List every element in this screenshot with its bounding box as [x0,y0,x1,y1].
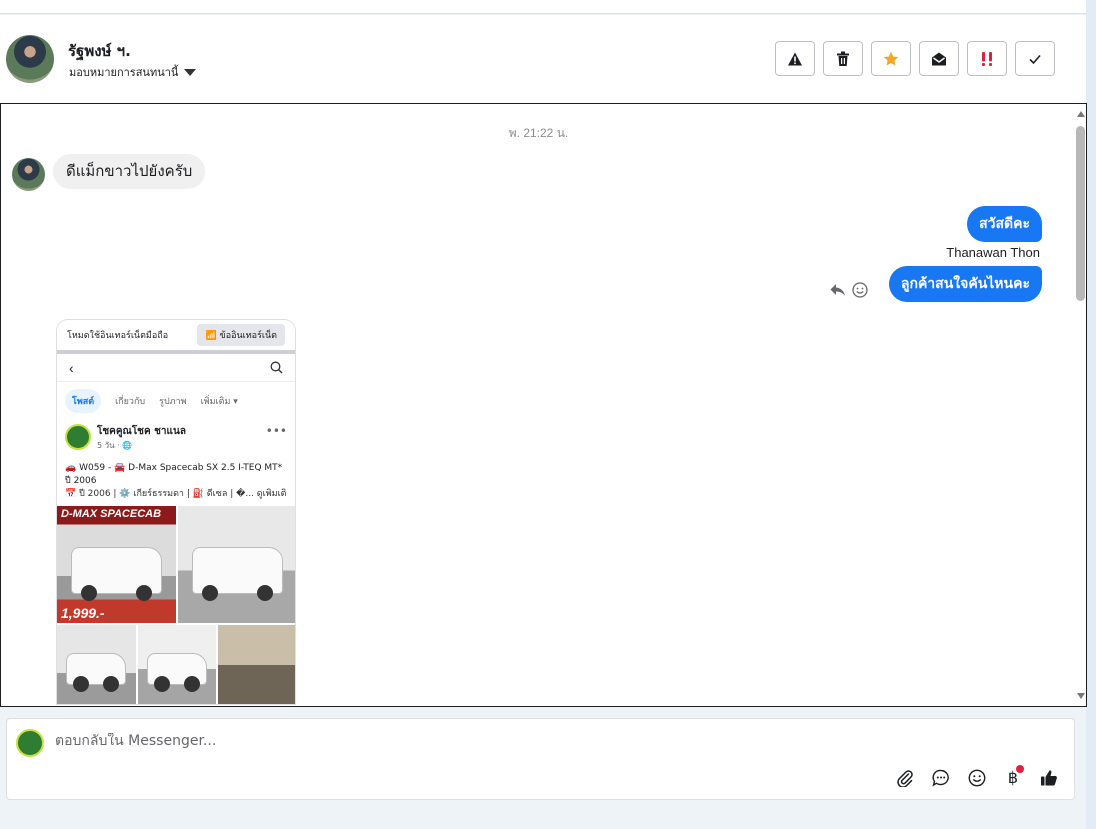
outgoing-message[interactable]: ลูกค้าสนใจคันไหนคะ [888,266,1042,302]
page-name: โชคคูณโชค ชาแนล [97,426,186,437]
right-edge [1086,0,1096,829]
notification-dot [1016,765,1024,773]
contact-avatar[interactable] [6,35,54,83]
emoji-button[interactable] [966,767,988,789]
message-thread[interactable]: พ. 21:22 น. ดีแม็กขาวไปยังครับ สวัสดีคะ … [0,103,1087,707]
thumbs-up-icon [1041,770,1057,786]
status-left-text: โหมดใช้อินเทอร์เน็ตมือถือ [67,331,169,341]
tab-about: เกี่ยวกับ [115,397,146,407]
mark-urgent-button[interactable] [967,41,1007,76]
car-photo [178,506,295,623]
thread-scrollbar[interactable] [1074,104,1086,706]
sender-name: Thanawan Thon [946,245,1040,260]
star-button[interactable] [871,41,911,76]
car-photo: D-MAX SPACECAB 1,999.- [57,506,176,623]
payment-button[interactable]: ฿ [1002,765,1024,789]
message-tools [830,282,868,303]
photo-brand: D-MAX SPACECAB [61,508,162,520]
smile-icon [968,769,986,787]
conversation-actions [775,41,1055,76]
incoming-message[interactable]: ดีแม็กขาวไปยังครับ [53,154,206,189]
top-strip [0,0,1086,14]
star-icon [883,51,899,66]
message-timestamp: พ. 21:22 น. [508,126,569,140]
reply-composer: ฿ [6,718,1075,800]
phone-status-bar: โหมดใช้อินเทอร์เน็ตมือถือ 📶 ข้ออินเทอร์เ… [57,320,295,350]
contact-name[interactable]: รัฐพงษ์ ฯ. [68,39,131,63]
post-text-line-1: 🚗 W059 - 🚘 D-Max Spacecab SX 2.5 I-TEQ M… [65,463,283,486]
car-photo [137,625,217,704]
back-arrow-icon: ‹ [69,359,74,376]
tab-photos: รูปภาพ [159,397,187,407]
search-icon [270,361,283,374]
saved-replies-button[interactable] [930,767,952,789]
tab-more: เพิ่มเติม ▾ [200,397,238,407]
scroll-thumb[interactable] [1076,126,1085,301]
trash-icon [837,51,849,66]
mark-unread-button[interactable] [919,41,959,76]
post-time: 5 วัน · 🌐 [97,441,133,450]
envelope-open-icon [932,52,946,65]
attach-file-button[interactable] [894,767,916,789]
photo-price: 1,999.- [61,605,105,621]
page-avatar [16,729,44,757]
post-text-line-2: 📅 ปี 2006 | ⚙️ เกียร์ธรรมดา | ⛽ ดีเซล | … [65,489,287,499]
sender-avatar[interactable] [12,158,45,191]
shared-image-attachment[interactable]: โหมดใช้อินเทอร์เน็ตมือถือ 📶 ข้ออินเทอร์เ… [56,319,296,705]
reply-icon[interactable] [830,283,846,302]
facebook-post: โชคคูณโชค ชาแนล 5 วัน · 🌐 ••• 🚗 W059 - 🚘… [57,420,295,505]
scroll-down-icon[interactable] [1077,693,1085,699]
car-graphic [192,546,283,601]
page-logo [65,424,91,450]
scroll-up-icon[interactable] [1077,111,1085,117]
send-like-button[interactable] [1038,767,1060,789]
assign-label: มอบหมายการสนทนานี้ [69,66,179,79]
page-tabs: โพสต์ เกี่ยวกับ รูปภาพ เพิ่มเติม ▾ [57,382,295,420]
double-exclamation-icon [982,51,992,66]
outgoing-message[interactable]: สวัสดีคะ [967,206,1042,242]
chat-bubble-icon [932,769,949,787]
reply-input[interactable] [55,733,755,749]
car-interior-photo [218,625,295,704]
mark-done-button[interactable] [1015,41,1055,76]
delete-button[interactable] [823,41,863,76]
car-graphic [71,546,162,601]
react-emoji-icon[interactable] [852,282,868,303]
status-right-pill: 📶 ข้ออินเทอร์เน็ต [197,324,285,346]
assign-conversation-dropdown[interactable]: มอบหมายการสนทนานี้ [69,63,197,81]
car-graphic [66,653,127,692]
report-spam-button[interactable] [775,41,815,76]
car-graphic [147,653,207,692]
composer-tools: ฿ [894,765,1060,789]
paperclip-icon [897,770,913,787]
post-photo-grid: D-MAX SPACECAB 1,999.- [57,506,295,704]
conversation-header: รัฐพงษ์ ฯ. มอบหมายการสนทนานี้ [0,15,1086,103]
more-dots-icon: ••• [265,424,287,438]
warning-triangle-icon [788,52,802,65]
check-icon [1029,54,1041,64]
phone-nav-bar: ‹ [57,354,295,382]
car-photo [57,625,136,704]
caret-down-icon [184,68,197,76]
tab-posts: โพสต์ [65,389,102,413]
